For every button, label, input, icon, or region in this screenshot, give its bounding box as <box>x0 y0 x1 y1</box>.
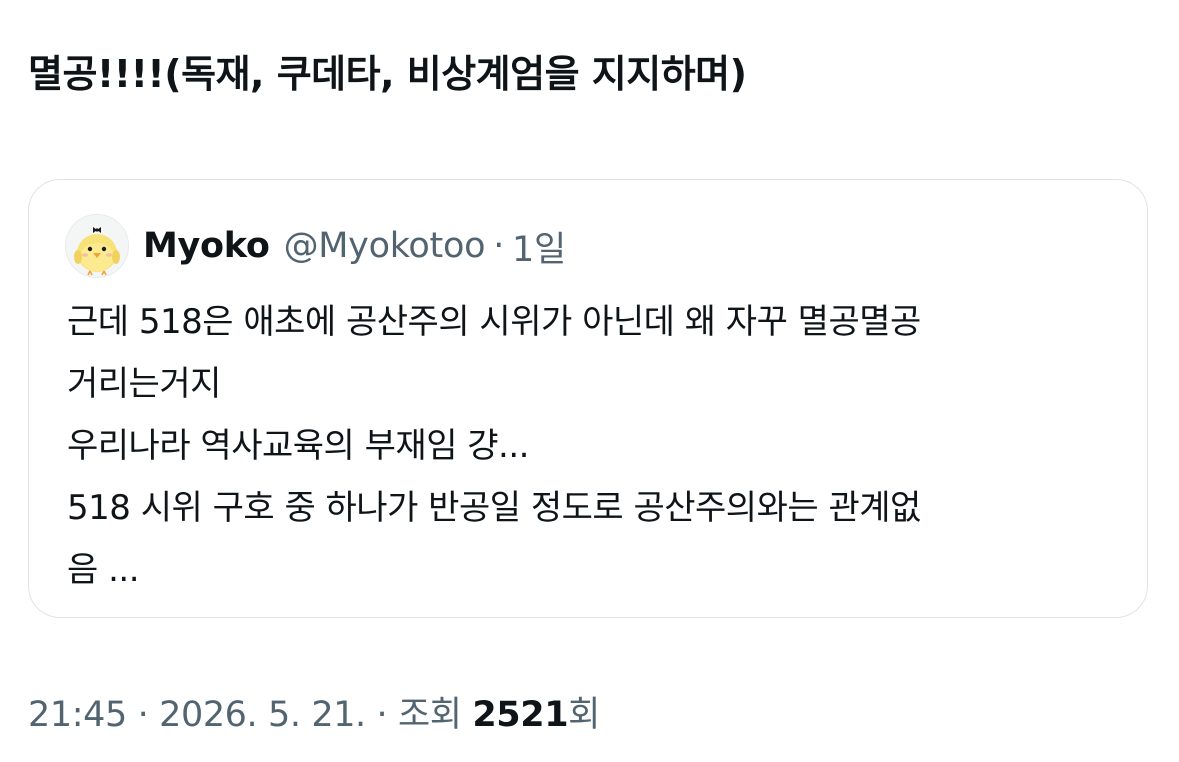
tweet-date[interactable]: 2026. 5. 21. <box>159 695 366 735</box>
quoted-tweet-card[interactable]: Myoko @Myokotoo · 1일 근데 518은 애초에 공산주의 시위… <box>28 179 1148 618</box>
views-suffix: 회 <box>568 695 600 735</box>
header-separator: · <box>493 226 505 266</box>
meta-separator: · <box>137 695 149 735</box>
quoted-text-line: 근데 518은 애초에 공산주의 시위가 아닌데 왜 자꾸 멸공멸공 <box>67 302 921 342</box>
quoted-text-line: 음 ... <box>67 550 140 590</box>
meta-separator: · <box>376 695 388 735</box>
quoted-tweet-text: 근데 518은 애초에 공산주의 시위가 아닌데 왜 자꾸 멸공멸공 거리는거지… <box>67 291 1117 601</box>
quoted-tweet-header: Myoko @Myokotoo · 1일 <box>65 214 566 278</box>
tweet-meta: 21:45 · 2026. 5. 21. · 조회 2521회 <box>28 690 600 740</box>
quoted-text-line: 우리나라 역사교육의 부재임 걍... <box>67 426 530 466</box>
quoted-text-line: 거리는거지 <box>67 364 221 404</box>
tweet-text: 멸공!!!!(독재, 쿠데타, 비상계엄을 지지하며) <box>28 52 747 96</box>
quoted-author-handle[interactable]: @Myokotoo <box>284 226 486 266</box>
views-count[interactable]: 2521 <box>472 695 568 735</box>
chick-avatar-icon[interactable] <box>65 214 129 278</box>
quoted-tweet-time[interactable]: 1일 <box>512 221 566 272</box>
quoted-text-line: 518 시위 구호 중 하나가 반공일 정도로 공산주의와는 관계없 <box>67 488 921 528</box>
tweet-time[interactable]: 21:45 <box>28 695 127 735</box>
views-label: 조회 <box>398 695 462 735</box>
quoted-author-name[interactable]: Myoko <box>143 226 270 266</box>
